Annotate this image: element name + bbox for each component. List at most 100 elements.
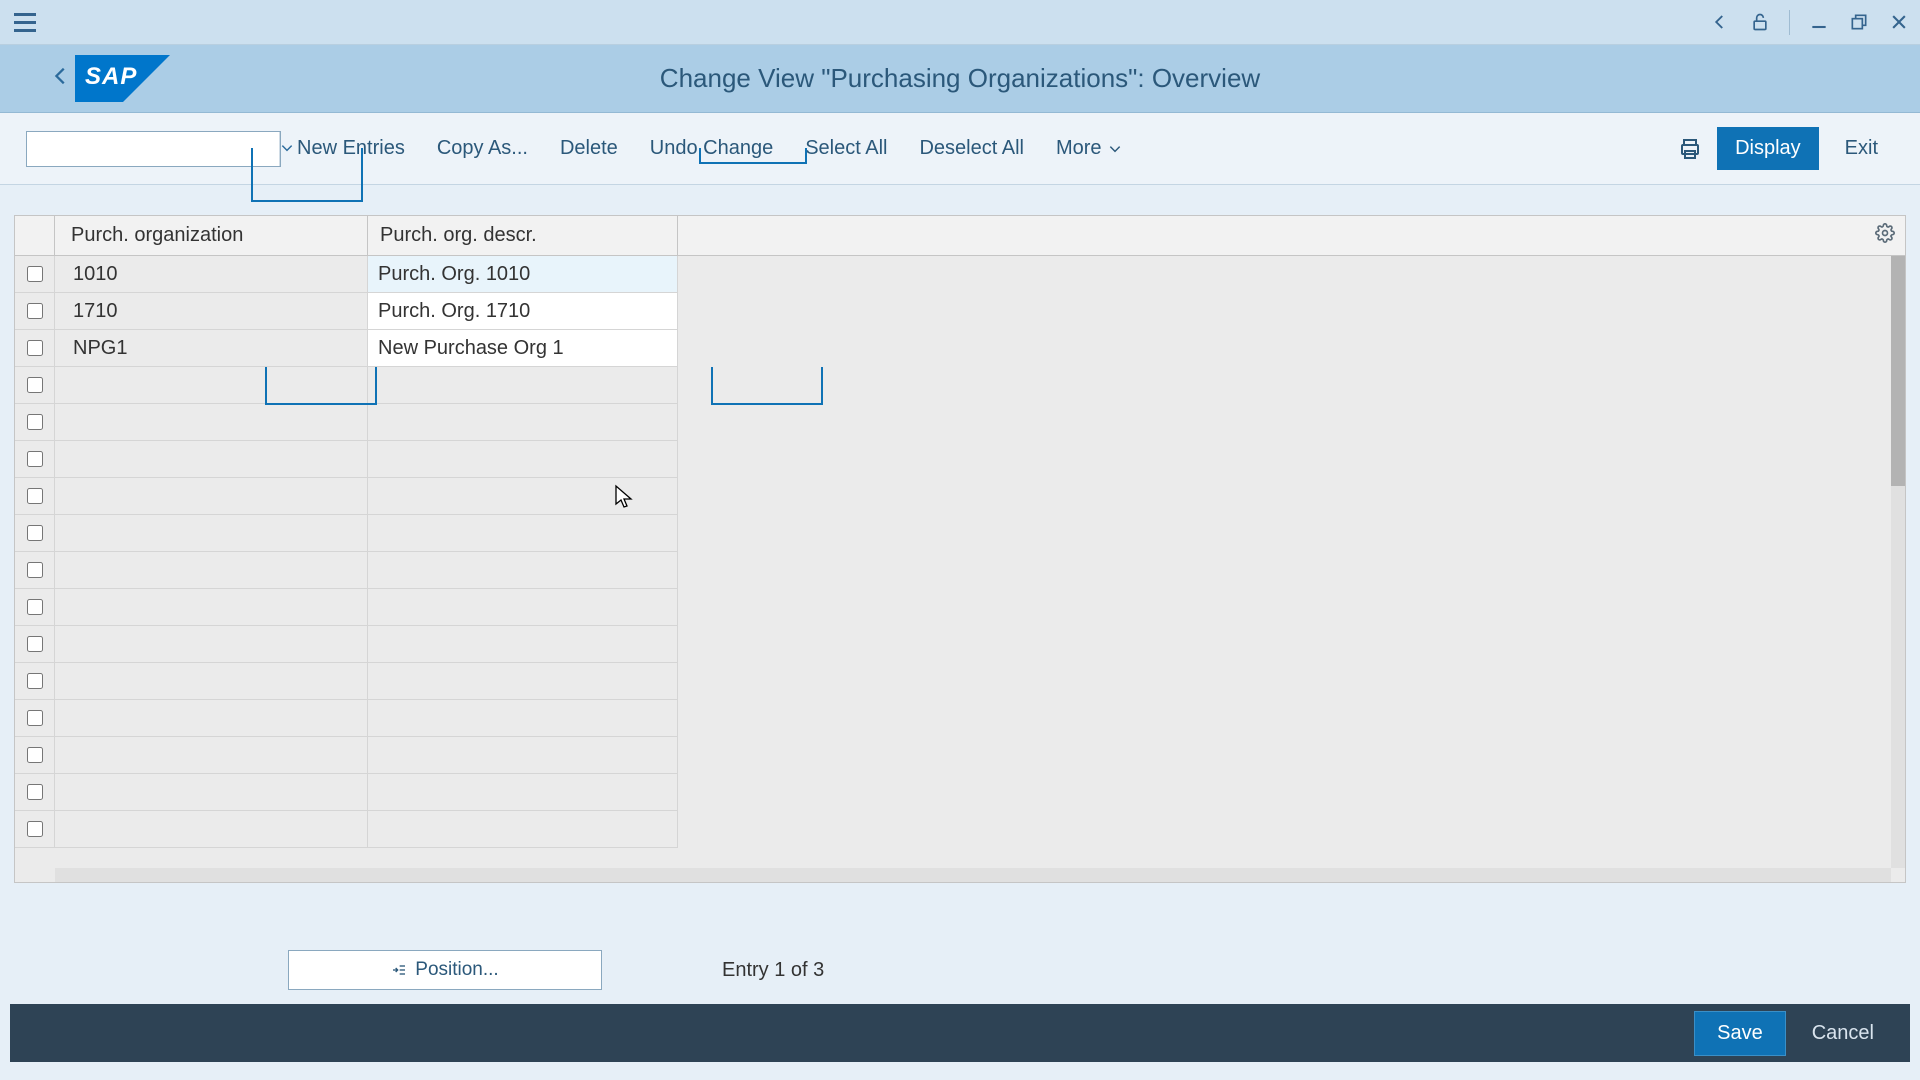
row-checkbox[interactable]	[27, 821, 43, 837]
descr-cell[interactable]	[368, 515, 678, 552]
row-checkbox[interactable]	[27, 303, 43, 319]
menu-hamburger-icon[interactable]	[10, 7, 40, 37]
descr-cell[interactable]	[368, 367, 678, 404]
org-cell[interactable]: 1710	[55, 293, 368, 330]
table-row	[15, 663, 1891, 700]
row-checkbox-cell[interactable]	[15, 552, 55, 589]
row-checkbox-cell[interactable]	[15, 256, 55, 293]
descr-cell[interactable]: New Purchase Org 1	[368, 330, 678, 367]
exit-button[interactable]: Exit	[1829, 129, 1894, 168]
vertical-scrollbar[interactable]	[1891, 256, 1905, 868]
org-cell[interactable]	[55, 663, 368, 700]
org-cell[interactable]	[55, 367, 368, 404]
table-settings-icon[interactable]	[1865, 223, 1905, 249]
org-cell[interactable]	[55, 552, 368, 589]
empty-cell	[678, 515, 1891, 552]
row-checkbox[interactable]	[27, 525, 43, 541]
descr-cell[interactable]	[368, 811, 678, 848]
row-checkbox-cell[interactable]	[15, 626, 55, 663]
position-label: Position...	[415, 959, 498, 981]
row-checkbox-cell[interactable]	[15, 367, 55, 404]
org-cell[interactable]	[55, 404, 368, 441]
row-checkbox-cell[interactable]	[15, 700, 55, 737]
row-checkbox[interactable]	[27, 599, 43, 615]
descr-cell[interactable]	[368, 737, 678, 774]
command-field[interactable]	[26, 131, 281, 167]
col-header-org[interactable]: Purch. organization	[55, 216, 368, 255]
org-cell[interactable]	[55, 626, 368, 663]
table-row	[15, 700, 1891, 737]
table-row	[15, 811, 1891, 848]
org-cell[interactable]	[55, 515, 368, 552]
row-checkbox-cell[interactable]	[15, 774, 55, 811]
row-checkbox-cell[interactable]	[15, 515, 55, 552]
back-nav-icon[interactable]	[1709, 11, 1731, 33]
lock-icon[interactable]	[1749, 11, 1771, 33]
org-cell[interactable]	[55, 700, 368, 737]
col-header-descr[interactable]: Purch. org. descr.	[368, 216, 678, 255]
row-checkbox-cell[interactable]	[15, 478, 55, 515]
delete-button[interactable]: Delete	[544, 129, 634, 168]
row-checkbox[interactable]	[27, 710, 43, 726]
minimize-icon[interactable]	[1808, 11, 1830, 33]
table-row: 1710Purch. Org. 1710	[15, 293, 1891, 330]
row-checkbox-cell[interactable]	[15, 404, 55, 441]
descr-cell[interactable]	[368, 404, 678, 441]
descr-cell[interactable]: Purch. Org. 1710	[368, 293, 678, 330]
row-checkbox-cell[interactable]	[15, 663, 55, 700]
org-cell[interactable]: NPG1	[55, 330, 368, 367]
descr-cell[interactable]	[368, 589, 678, 626]
row-checkbox-cell[interactable]	[15, 441, 55, 478]
close-icon[interactable]	[1888, 11, 1910, 33]
row-checkbox[interactable]	[27, 340, 43, 356]
row-checkbox[interactable]	[27, 562, 43, 578]
descr-cell[interactable]	[368, 663, 678, 700]
row-checkbox[interactable]	[27, 636, 43, 652]
descr-cell[interactable]	[368, 478, 678, 515]
command-input[interactable]	[27, 138, 279, 159]
select-all-header[interactable]	[15, 216, 55, 255]
position-button[interactable]: Position...	[288, 950, 602, 990]
save-button[interactable]: Save	[1694, 1011, 1786, 1056]
print-icon[interactable]	[1673, 132, 1707, 166]
scrollbar-thumb[interactable]	[1891, 256, 1905, 486]
org-cell[interactable]	[55, 774, 368, 811]
row-checkbox[interactable]	[27, 266, 43, 282]
empty-cell	[678, 552, 1891, 589]
descr-cell[interactable]	[368, 626, 678, 663]
descr-cell[interactable]	[368, 774, 678, 811]
row-checkbox-cell[interactable]	[15, 589, 55, 626]
org-cell[interactable]	[55, 589, 368, 626]
restore-icon[interactable]	[1848, 11, 1870, 33]
descr-cell[interactable]	[368, 441, 678, 478]
back-button[interactable]	[0, 63, 50, 94]
descr-cell[interactable]: Purch. Org. 1010	[368, 256, 678, 293]
row-checkbox-cell[interactable]	[15, 811, 55, 848]
display-button[interactable]: Display	[1717, 127, 1819, 170]
row-checkbox[interactable]	[27, 488, 43, 504]
row-checkbox-cell[interactable]	[15, 293, 55, 330]
row-checkbox[interactable]	[27, 747, 43, 763]
row-checkbox[interactable]	[27, 451, 43, 467]
copy-as-button[interactable]: Copy As...	[421, 129, 544, 168]
org-cell[interactable]: 1010	[55, 256, 368, 293]
row-checkbox-cell[interactable]	[15, 737, 55, 774]
footer-bar: Save Cancel	[10, 1004, 1910, 1062]
org-cell[interactable]	[55, 811, 368, 848]
row-checkbox[interactable]	[27, 673, 43, 689]
org-cell[interactable]	[55, 737, 368, 774]
horizontal-scrollbar[interactable]	[55, 868, 1891, 882]
more-button[interactable]: More	[1040, 129, 1138, 168]
row-checkbox[interactable]	[27, 414, 43, 430]
table-row	[15, 515, 1891, 552]
deselect-all-button[interactable]: Deselect All	[903, 129, 1040, 168]
org-cell[interactable]	[55, 478, 368, 515]
row-checkbox-cell[interactable]	[15, 330, 55, 367]
row-checkbox[interactable]	[27, 377, 43, 393]
descr-cell[interactable]	[368, 552, 678, 589]
row-checkbox[interactable]	[27, 784, 43, 800]
org-cell[interactable]	[55, 441, 368, 478]
cancel-button[interactable]: Cancel	[1794, 1012, 1892, 1055]
empty-cell	[678, 663, 1891, 700]
descr-cell[interactable]	[368, 700, 678, 737]
